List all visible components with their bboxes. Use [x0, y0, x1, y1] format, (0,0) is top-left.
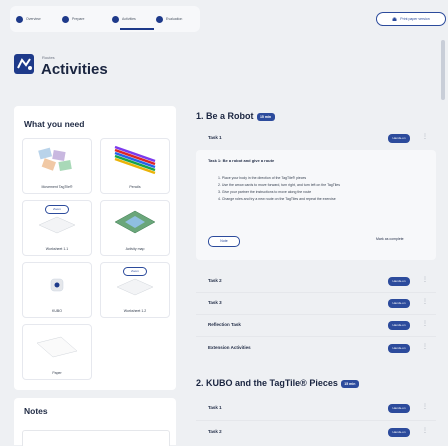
task-row[interactable]: Extension Activities Hands-on ⋮ [196, 342, 436, 356]
task-name: Task 2 [208, 278, 222, 283]
notes-title: Notes [24, 406, 48, 416]
task-row[interactable]: Reflection Task Hands-on ⋮ [196, 319, 436, 333]
task-row[interactable]: Task 1 Hands-on ⋮ [196, 132, 436, 146]
page-eyebrow: Routes [42, 55, 55, 60]
note-button-label: Note [220, 239, 228, 243]
section-title-text: 1. Be a Robot [196, 111, 254, 121]
task-step: 3. Give your partner the instructions to… [218, 190, 312, 194]
duration-badge: 15 min [256, 112, 275, 121]
prepare-icon [62, 15, 69, 23]
divider [196, 292, 436, 293]
scrollbar[interactable] [441, 40, 445, 100]
section-title-be-a-robot: 1. Be a Robot 15 min [196, 111, 275, 121]
pencils-image [114, 145, 156, 175]
more-options-icon[interactable]: ⋮ [422, 403, 428, 410]
what-you-need-title: What you need [24, 119, 85, 129]
hands-on-button[interactable]: Hands-on [388, 404, 410, 413]
material-label: Worksheet 1.1 [45, 247, 69, 251]
task-details-panel: Task 1: Be a robot and give a route 1. P… [196, 150, 436, 260]
hands-on-button[interactable]: Hands-on [388, 344, 410, 353]
worksheet-image [38, 216, 76, 234]
kubo-robot-image [50, 278, 64, 292]
note-button[interactable]: Note [208, 236, 240, 247]
hands-on-button[interactable]: Hands-on [388, 134, 410, 143]
printer-icon [392, 17, 397, 21]
more-options-icon[interactable]: ⋮ [422, 427, 428, 434]
task-row[interactable]: Task 2 Hands-on ⋮ [196, 275, 436, 289]
tab-prepare[interactable]: Prepare [62, 14, 84, 24]
material-card-worksheet-1-2[interactable]: Zoom Worksheet 1.2 [100, 262, 170, 318]
task-row[interactable]: Task 3 Hands-on ⋮ [196, 297, 436, 311]
hands-on-button[interactable]: Hands-on [388, 428, 410, 437]
tagtile-pieces-image [38, 147, 72, 171]
tab-overview[interactable]: Overview [16, 14, 41, 24]
active-tab-indicator [120, 28, 154, 30]
more-options-icon[interactable]: ⋮ [422, 133, 428, 140]
section-title-kubo-and-tagtile: 2. KUBO and the TagTile® Pieces 15 min [196, 378, 359, 388]
paper-image [36, 336, 78, 358]
material-card-pencils[interactable]: Pencils [100, 138, 170, 194]
tab-label: Activities [122, 17, 136, 21]
page-title: Activities [41, 61, 108, 78]
tab-label: Overview [26, 17, 41, 21]
evaluation-icon [156, 15, 163, 23]
material-card-paper[interactable]: Paper [22, 324, 92, 380]
mark-as-complete-button[interactable]: Mark as complete [376, 237, 404, 241]
section-title-text: 2. KUBO and the TagTile® Pieces [196, 378, 338, 388]
print-button-label: Print paper version [400, 17, 430, 21]
material-label: Movement TagTile® [41, 185, 73, 189]
hands-on-button[interactable]: Hands-on [388, 277, 410, 286]
overview-icon [16, 15, 23, 23]
task-name: Task 1 [208, 135, 222, 140]
task-name: Reflection Task [208, 322, 241, 327]
task-intro: Task 1: Be a robot and give a route [208, 158, 275, 163]
print-paper-version-button[interactable]: Print paper version [376, 12, 446, 26]
worksheet-image [116, 278, 154, 296]
material-label: Activity map [125, 247, 145, 251]
more-options-icon[interactable]: ⋮ [422, 343, 428, 350]
routes-logo-icon [14, 54, 34, 74]
material-card-worksheet-1-1[interactable]: Zoom Worksheet 1.1 [22, 200, 92, 256]
task-name: Task 2 [208, 429, 222, 434]
tab-evaluation[interactable]: Evaluation [156, 14, 182, 24]
hands-on-button[interactable]: Hands-on [388, 321, 410, 330]
task-name: Task 3 [208, 300, 222, 305]
more-options-icon[interactable]: ⋮ [422, 298, 428, 305]
material-card-movement-tagtile[interactable]: Movement TagTile® [22, 138, 92, 194]
task-name: Task 1 [208, 405, 222, 410]
task-step: 4. Change roles and try a new route on t… [218, 197, 336, 201]
task-name: Extension Activities [208, 345, 251, 350]
material-label: KUBO [52, 309, 62, 313]
tab-activities[interactable]: Activities [112, 14, 136, 24]
material-card-activity-map[interactable]: Activity map [100, 200, 170, 256]
material-label: Paper [52, 371, 62, 375]
more-options-icon[interactable]: ⋮ [422, 276, 428, 283]
task-row[interactable]: Task 2 Hands-on ⋮ [196, 426, 436, 440]
tab-label: Prepare [72, 17, 85, 21]
activities-icon [112, 15, 119, 23]
more-options-icon[interactable]: ⋮ [422, 320, 428, 327]
task-row[interactable]: Task 1 Hands-on ⋮ [196, 402, 436, 416]
tab-bar: Overview Prepare Activities Evaluation [10, 6, 200, 32]
divider [196, 314, 436, 315]
divider [196, 336, 436, 337]
duration-badge: 15 min [340, 379, 359, 388]
notes-textarea[interactable] [22, 430, 170, 446]
activity-map-image [114, 210, 156, 234]
material-label: Worksheet 1.2 [123, 309, 147, 313]
material-label: Pencils [129, 185, 141, 189]
hands-on-button[interactable]: Hands-on [388, 299, 410, 308]
divider [196, 420, 436, 421]
tab-label: Evaluation [166, 17, 183, 21]
task-step: 2. Use the arrow cards to move forward, … [218, 183, 340, 187]
task-step: 1. Place your body in the direction of t… [218, 176, 307, 180]
material-card-kubo[interactable]: KUBO [22, 262, 92, 318]
